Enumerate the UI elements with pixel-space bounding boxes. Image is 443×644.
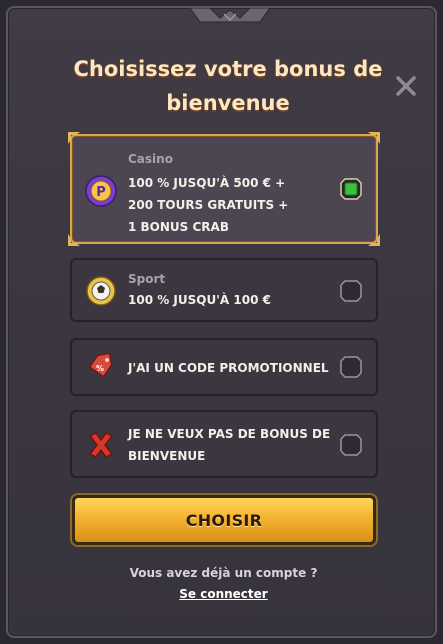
option-text: 100 % JUSQU'À 500 € + 200 TOURS GRATUITS… xyxy=(128,176,289,234)
option-category: Sport xyxy=(128,272,166,286)
corner-ornament-icon xyxy=(368,234,380,246)
soccer-ball-icon xyxy=(86,276,116,306)
login-link[interactable]: Se connecter xyxy=(2,587,443,601)
option-text: 100 % JUSQU'À 100 € xyxy=(128,293,271,307)
radio-unselected-icon[interactable] xyxy=(340,280,362,302)
bonus-option-casino[interactable]: P Casino 100 % JUSQU'À 500 € + 200 TOURS… xyxy=(68,132,380,246)
radio-unselected-icon[interactable] xyxy=(340,356,362,378)
option-category: Casino xyxy=(128,152,173,166)
casino-dice-icon: P xyxy=(85,175,117,207)
modal-title: Choisissez votre bonus de bienvenue xyxy=(73,57,383,115)
bonus-option-no-bonus[interactable]: JE NE VEUX PAS DE BONUS DE BIENVENUE xyxy=(70,410,378,478)
corner-ornament-icon xyxy=(68,234,80,246)
bonus-option-sport[interactable]: Sport 100 % JUSQU'À 100 € xyxy=(70,258,378,322)
corner-ornament-icon xyxy=(368,132,380,144)
radio-unselected-icon[interactable] xyxy=(340,434,362,456)
account-question: Vous avez déjà un compte ? xyxy=(129,566,318,580)
close-icon[interactable] xyxy=(392,72,420,100)
option-text: JE NE VEUX PAS DE BONUS DE BIENVENUE xyxy=(128,427,331,463)
bonus-option-promo-code[interactable]: % J'AI UN CODE PROMOTIONNEL xyxy=(70,338,378,396)
svg-text:%: % xyxy=(96,364,104,373)
red-cross-icon xyxy=(88,432,114,458)
corner-ornament-icon xyxy=(68,132,80,144)
radio-selected-icon[interactable] xyxy=(340,178,362,200)
choose-button-label: CHOISIR xyxy=(185,510,263,530)
option-text: J'AI UN CODE PROMOTIONNEL xyxy=(128,361,329,375)
promo-tag-icon: % xyxy=(88,352,113,378)
svg-text:P: P xyxy=(96,185,106,200)
choose-button[interactable]: CHOISIR xyxy=(72,495,376,545)
top-ornament-icon xyxy=(189,8,271,23)
welcome-bonus-modal: Choisissez votre bonus de bienvenue P Ca… xyxy=(6,6,437,638)
